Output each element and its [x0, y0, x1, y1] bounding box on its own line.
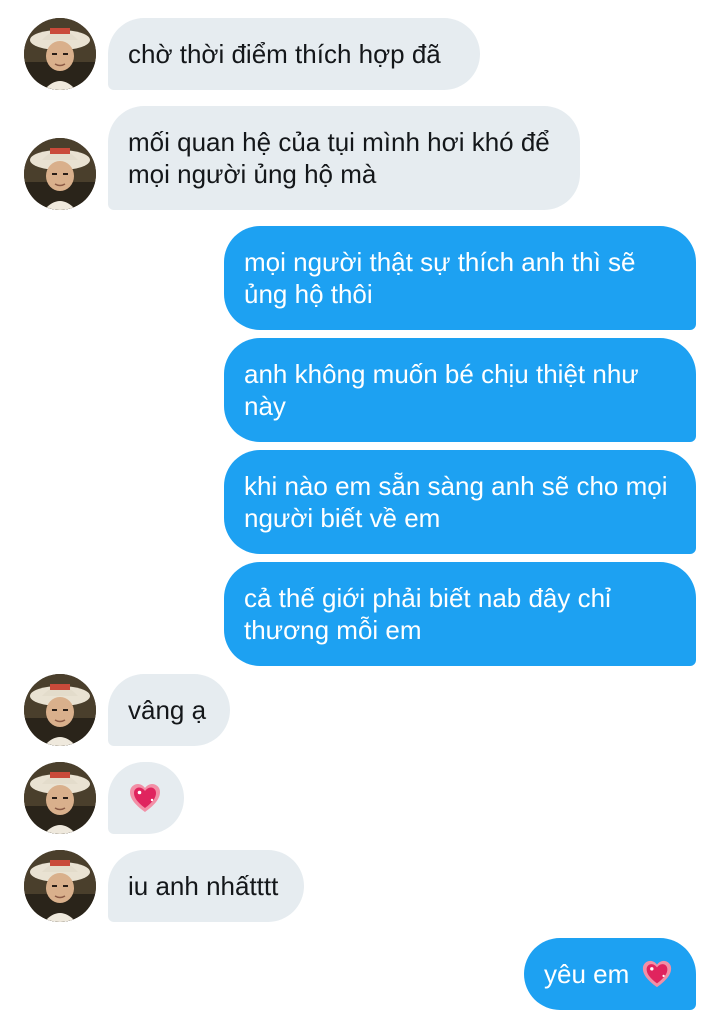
message-row: khi nào em sẵn sàng anh sẽ cho mọi người…	[0, 450, 720, 554]
message-row: mối quan hệ của tụi mình hơi khó để mọi …	[0, 106, 720, 210]
message-text: mọi người thật sự thích anh thì sẽ ủng h…	[244, 247, 636, 309]
contact-avatar[interactable]	[24, 762, 96, 834]
avatar-photo-icon	[24, 762, 96, 834]
incoming-message[interactable]: vâng ạ	[108, 674, 230, 746]
outgoing-message[interactable]: yêu em	[524, 938, 696, 1010]
incoming-message[interactable]: chờ thời điểm thích hợp đã	[108, 18, 480, 90]
contact-avatar[interactable]	[24, 138, 96, 210]
message-row: vâng ạ	[0, 674, 720, 746]
message-text: cả thế giới phải biết nab đây chỉ thương…	[244, 583, 611, 645]
incoming-message[interactable]: mối quan hệ của tụi mình hơi khó để mọi …	[108, 106, 580, 210]
contact-avatar[interactable]	[24, 850, 96, 922]
avatar-photo-icon	[24, 18, 96, 90]
message-text: chờ thời điểm thích hợp đã	[128, 39, 441, 69]
message-text: yêu em	[544, 959, 630, 989]
contact-avatar[interactable]	[24, 674, 96, 746]
sparkling-heart-icon	[642, 960, 671, 988]
message-row: chờ thời điểm thích hợp đã	[0, 18, 720, 90]
outgoing-message[interactable]: cả thế giới phải biết nab đây chỉ thương…	[224, 562, 696, 666]
sparkling-heart-icon	[130, 784, 160, 812]
message-text: mối quan hệ của tụi mình hơi khó để mọi …	[128, 127, 550, 189]
contact-avatar[interactable]	[24, 18, 96, 90]
outgoing-message[interactable]: khi nào em sẵn sàng anh sẽ cho mọi người…	[224, 450, 696, 554]
message-row: yêu em	[0, 938, 720, 1010]
incoming-message[interactable]: iu anh nhấtttt	[108, 850, 304, 922]
message-text: khi nào em sẵn sàng anh sẽ cho mọi người…	[244, 471, 668, 533]
message-row: iu anh nhấtttt	[0, 850, 720, 922]
incoming-message[interactable]	[108, 762, 184, 834]
message-text: vâng ạ	[128, 695, 207, 725]
avatar-photo-icon	[24, 674, 96, 746]
avatar-photo-icon	[24, 138, 96, 210]
message-row: mọi người thật sự thích anh thì sẽ ủng h…	[0, 226, 720, 330]
message-row: anh không muốn bé chịu thiệt như này	[0, 338, 720, 442]
message-text: anh không muốn bé chịu thiệt như này	[244, 359, 639, 421]
avatar-photo-icon	[24, 850, 96, 922]
message-row: cả thế giới phải biết nab đây chỉ thương…	[0, 562, 720, 666]
outgoing-message[interactable]: mọi người thật sự thích anh thì sẽ ủng h…	[224, 226, 696, 330]
message-text: iu anh nhấtttt	[128, 871, 279, 901]
message-row	[0, 762, 720, 834]
outgoing-message[interactable]: anh không muốn bé chịu thiệt như này	[224, 338, 696, 442]
